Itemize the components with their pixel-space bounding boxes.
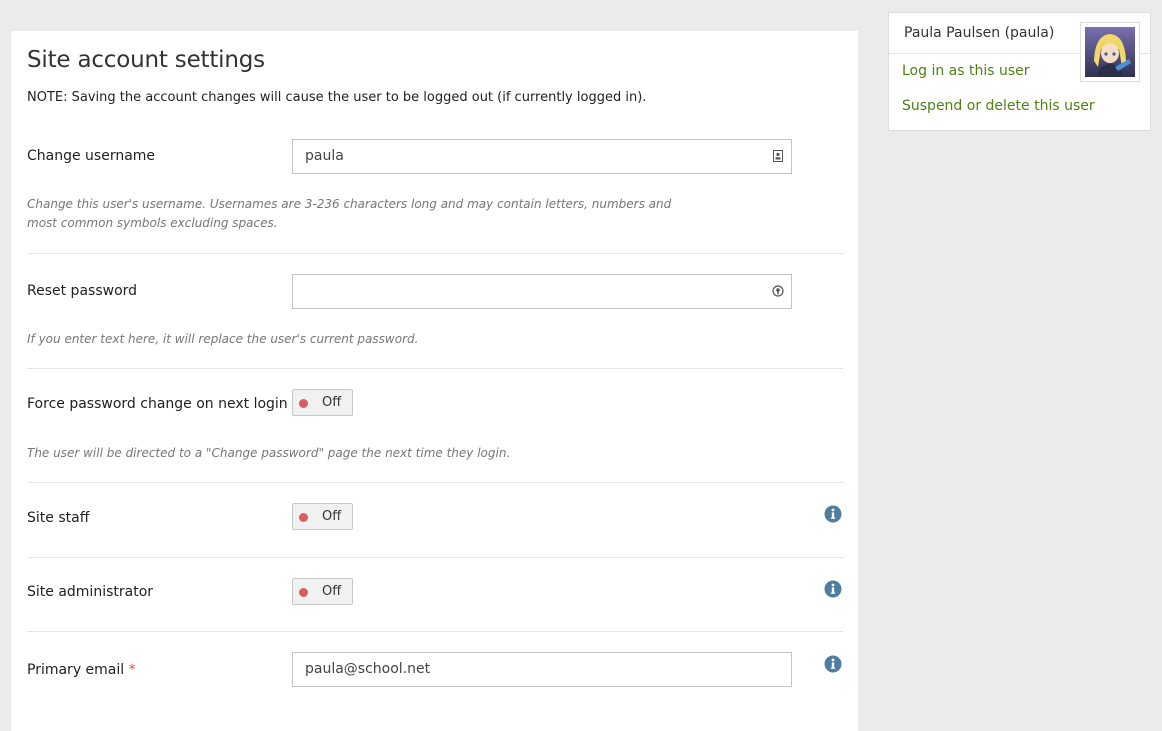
site-staff-switch[interactable]: Off: [292, 503, 353, 530]
user-display-name: Paula Paulsen (paula): [904, 25, 1055, 41]
info-icon[interactable]: [824, 655, 842, 673]
username-row: Change username paula Change this user's…: [27, 138, 843, 254]
required-mark: *: [128, 662, 136, 678]
site-admin-switch[interactable]: Off: [292, 578, 353, 605]
site-admin-label: Site administrator: [27, 584, 154, 600]
suspend-delete-user-link[interactable]: Suspend or delete this user: [902, 98, 1095, 114]
primary-email-row: Primary email * paula@school.net: [27, 632, 843, 712]
password-label: Reset password: [27, 283, 138, 299]
site-staff-row: Site staff Off: [27, 483, 843, 558]
force-password-description: The user will be directed to a "Change p…: [27, 446, 511, 460]
site-staff-label: Site staff: [27, 510, 90, 526]
primary-email-input[interactable]: paula@school.net: [292, 652, 792, 687]
password-key-icon: [772, 285, 784, 297]
user-sidebar: Paula Paulsen (paula) Log in as this use…: [888, 12, 1151, 131]
switch-state: Off: [322, 395, 342, 410]
password-input[interactable]: [292, 274, 792, 309]
primary-email-label: Primary email *: [27, 662, 136, 678]
page-title: Site account settings: [27, 47, 265, 73]
avatar[interactable]: [1080, 22, 1140, 82]
info-icon[interactable]: [824, 580, 842, 598]
contact-card-icon: [773, 150, 783, 162]
info-icon[interactable]: [824, 505, 842, 523]
password-description: If you enter text here, it will replace …: [27, 332, 419, 346]
username-description: Change this user's username. Usernames a…: [27, 197, 672, 230]
password-row: Reset password If you enter text here, i…: [27, 254, 843, 369]
account-settings-panel: Site account settings NOTE: Saving the a…: [11, 31, 858, 731]
force-password-row: Force password change on next login Off …: [27, 369, 843, 483]
primary-email-label-text: Primary email: [27, 662, 125, 678]
username-input[interactable]: paula: [292, 139, 792, 174]
switch-off-dot: [299, 513, 308, 522]
avatar-image: [1085, 27, 1135, 77]
force-password-label: Force password change on next login: [27, 396, 288, 412]
site-admin-row: Site administrator Off: [27, 558, 843, 632]
username-value: paula: [305, 148, 344, 164]
force-password-switch[interactable]: Off: [292, 389, 353, 416]
logout-note: NOTE: Saving the account changes will ca…: [27, 90, 647, 105]
switch-state: Off: [322, 584, 342, 599]
primary-email-value: paula@school.net: [305, 661, 431, 677]
switch-off-dot: [299, 588, 308, 597]
login-as-user-link[interactable]: Log in as this user: [902, 63, 1030, 79]
username-label: Change username: [27, 148, 156, 164]
switch-state: Off: [322, 509, 342, 524]
switch-off-dot: [299, 399, 308, 408]
